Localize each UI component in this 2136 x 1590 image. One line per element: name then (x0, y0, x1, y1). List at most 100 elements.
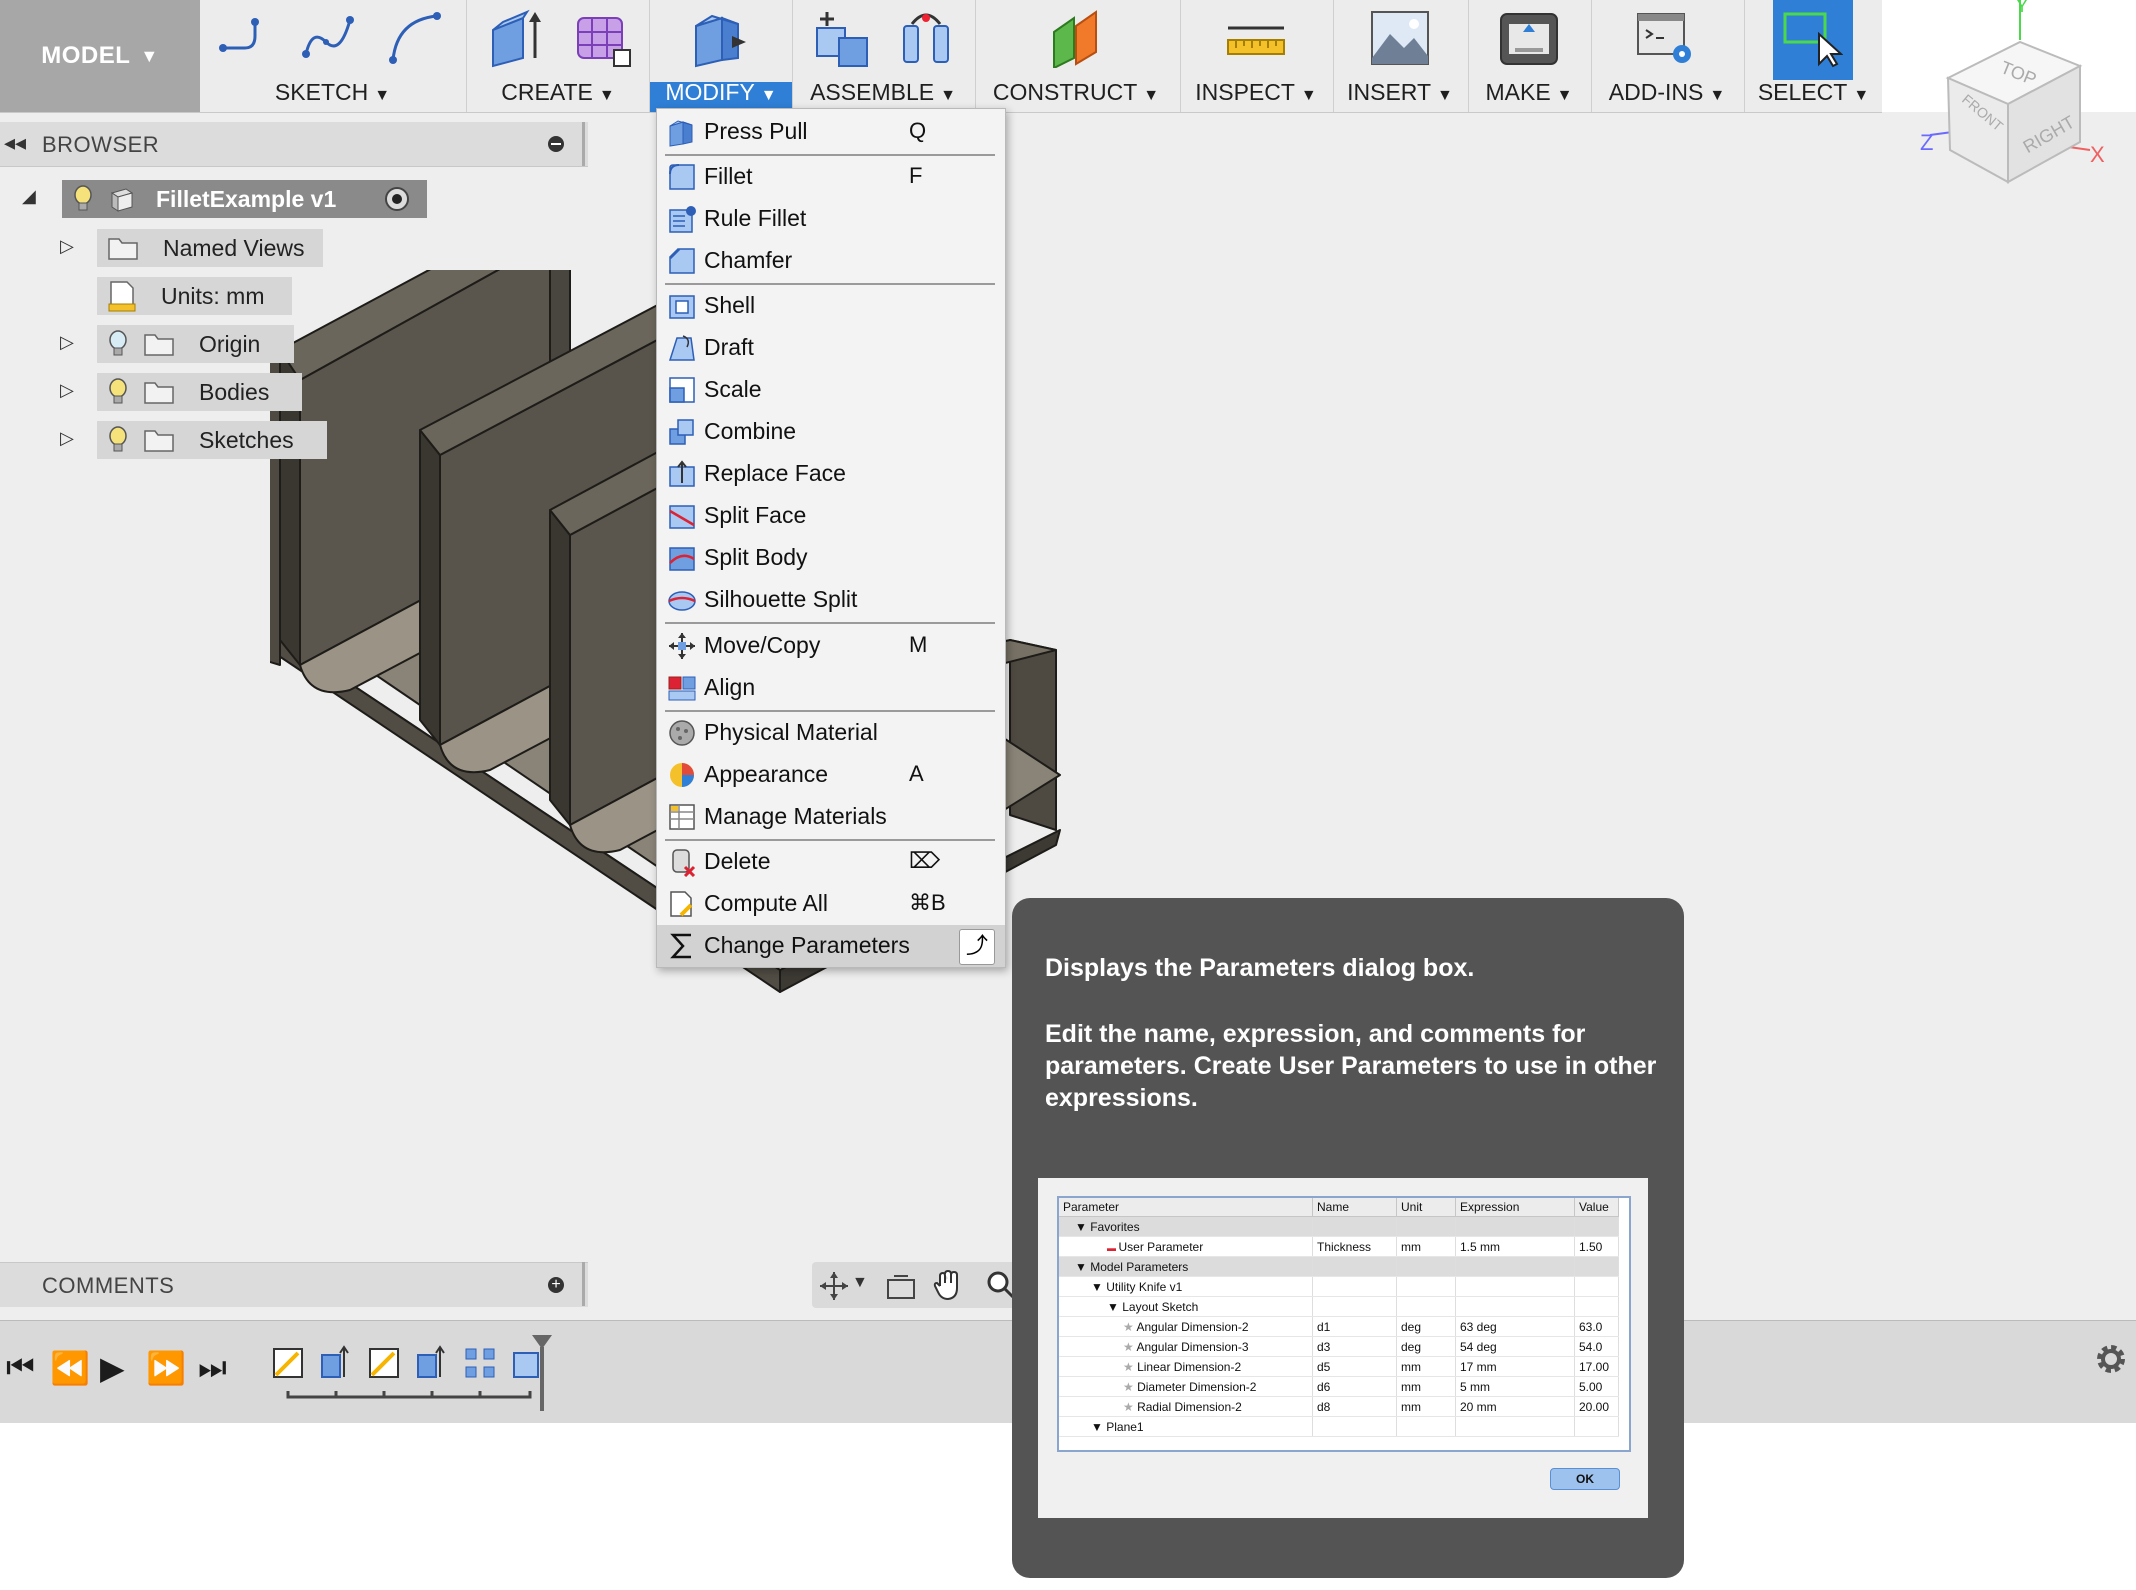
menu-item-replace-face[interactable]: Replace Face (657, 453, 1005, 495)
menu-item-fillet[interactable]: Fillet F (657, 156, 1005, 198)
menu-item-move-copy[interactable]: Move/Copy M (657, 625, 1005, 667)
lightbulb-icon[interactable] (72, 185, 94, 213)
browser-item-units[interactable]: Units: mm (97, 277, 292, 315)
toolbar-group-label[interactable]: ADD-INS ▼ (1592, 79, 1742, 106)
panel-resize-handle[interactable] (582, 122, 585, 166)
lightbulb-icon[interactable] (107, 330, 129, 358)
orbit-icon[interactable] (818, 1270, 850, 1302)
toolbar-group-label[interactable]: SELECT ▼ (1745, 79, 1882, 106)
form-icon[interactable] (572, 8, 632, 68)
menu-item-appearance[interactable]: Appearance A (657, 754, 1005, 796)
toolbar-group-inspect[interactable]: INSPECT ▼ (1181, 0, 1331, 112)
menu-item-physical-material[interactable]: Physical Material (657, 712, 1005, 754)
menu-item-rule-fillet[interactable]: Rule Fillet (657, 198, 1005, 240)
extrude-icon[interactable] (487, 8, 547, 68)
skip-to-end-icon[interactable]: ⏭ (198, 1349, 227, 1387)
add-comment-icon[interactable]: + (548, 1277, 564, 1293)
menu-item-draft[interactable]: Draft (657, 327, 1005, 369)
joint-icon[interactable] (898, 8, 958, 68)
play-icon[interactable]: ▶ (100, 1349, 125, 1387)
step-forward-icon[interactable]: ⏩ (146, 1349, 186, 1387)
3d-print-icon[interactable] (1499, 8, 1559, 68)
toolbar-group-label[interactable]: ASSEMBLE ▼ (793, 79, 973, 106)
timeline-features[interactable] (270, 1341, 570, 1411)
menu-item-change-parameters[interactable]: Change Parameters ⤴ (657, 925, 1005, 967)
menu-item-split-face[interactable]: Split Face (657, 495, 1005, 537)
timeline-feature-extrude[interactable] (321, 1345, 349, 1378)
offset-plane-icon[interactable] (1046, 8, 1106, 68)
toolbar-group-sketch[interactable]: SKETCH ▼ (200, 0, 465, 112)
browser-item-label: Units: mm (161, 282, 265, 309)
menu-item-manage-materials[interactable]: Manage Materials (657, 796, 1005, 838)
step-back-icon[interactable]: ⏪ (50, 1349, 90, 1387)
view-cube[interactable]: Y X Z TOP FRONT RIGHT (1920, 0, 2120, 190)
menu-item-silhouette-split[interactable]: Silhouette Split (657, 579, 1005, 621)
browser-panel-header[interactable]: ◂◂ BROWSER (0, 122, 588, 167)
press-pull-icon[interactable] (690, 8, 750, 68)
browser-root-item[interactable]: FilletExample v1 (62, 180, 427, 218)
minimize-icon[interactable] (548, 136, 564, 152)
lightbulb-icon[interactable] (107, 426, 129, 454)
browser-item-bodies[interactable]: Bodies (97, 373, 302, 411)
toolbar-group-insert[interactable]: INSERT ▼ (1334, 0, 1466, 112)
toolbar-group-add-ins[interactable]: ADD-INS ▼ (1592, 0, 1742, 112)
ok-button: OK (1550, 1468, 1620, 1490)
insert-image-icon[interactable] (1370, 8, 1430, 68)
toolbar-group-assemble[interactable]: ASSEMBLE ▼ (793, 0, 973, 112)
line-sketch-icon[interactable] (215, 8, 275, 68)
toolbar-group-label[interactable]: MAKE ▼ (1469, 79, 1589, 106)
toolbar-group-label[interactable]: CREATE ▼ (467, 79, 649, 106)
toolbar-group-label[interactable]: SKETCH ▼ (200, 79, 465, 106)
expand-triangle-icon[interactable]: ▷ (60, 380, 74, 401)
toolbar-group-label[interactable]: MODIFY ▼ (650, 79, 792, 106)
chevron-down-icon[interactable]: ▼ (852, 1274, 868, 1292)
activate-radio-icon[interactable] (384, 186, 410, 212)
toolbar-group-label[interactable]: CONSTRUCT ▼ (976, 79, 1176, 106)
collapse-panel-icon[interactable]: ◂◂ (4, 130, 26, 156)
menu-item-chamfer[interactable]: Chamfer (657, 240, 1005, 282)
chevron-down-icon: ▼ (940, 87, 956, 104)
timeline-marker[interactable] (530, 1333, 554, 1413)
menu-item-delete[interactable]: Delete ⌦ (657, 841, 1005, 883)
gear-icon[interactable] (2094, 1342, 2128, 1376)
spline-sketch-icon[interactable] (300, 8, 360, 68)
menu-item-combine[interactable]: Combine (657, 411, 1005, 453)
pan-hand-icon[interactable] (932, 1268, 964, 1302)
select-cursor-icon[interactable] (1783, 8, 1843, 68)
workspace-switcher[interactable]: MODEL ▼ (0, 0, 200, 112)
toolbar-group-select[interactable]: SELECT ▼ (1745, 0, 1882, 112)
toolbar-group-make[interactable]: MAKE ▼ (1469, 0, 1589, 112)
timeline-feature-sketch[interactable] (369, 1348, 399, 1378)
comments-panel-header[interactable]: COMMENTS + (0, 1262, 588, 1307)
timeline-feature-pattern[interactable] (465, 1348, 495, 1378)
menu-item-compute-all[interactable]: Compute All ⌘B (657, 883, 1005, 925)
scripts-addins-icon[interactable] (1636, 8, 1696, 68)
menu-item-press-pull[interactable]: Press Pull Q (657, 111, 1005, 153)
browser-item-origin[interactable]: Origin (97, 325, 294, 363)
timeline-feature-sketch[interactable] (273, 1348, 303, 1378)
toolbar-group-label[interactable]: INSPECT ▼ (1181, 79, 1331, 106)
panel-resize-handle[interactable] (582, 1262, 585, 1306)
expand-triangle-icon[interactable]: ▷ (60, 332, 74, 353)
expand-triangle-icon[interactable]: ◢ (22, 186, 36, 207)
lightbulb-icon[interactable] (107, 378, 129, 406)
toolbar-group-modify[interactable]: MODIFY ▼ (650, 0, 792, 112)
timeline-feature-extrude[interactable] (417, 1345, 445, 1378)
skip-to-start-icon[interactable]: ⏮ (6, 1349, 35, 1387)
arc-sketch-icon[interactable] (385, 8, 445, 68)
browser-item-sketches[interactable]: Sketches (97, 421, 327, 459)
pin-to-toolbar-icon[interactable]: ⤴ (959, 929, 995, 965)
menu-item-split-body[interactable]: Split Body (657, 537, 1005, 579)
expand-triangle-icon[interactable]: ▷ (60, 428, 74, 449)
browser-item-named-views[interactable]: Named Views (97, 229, 323, 267)
new-component-icon[interactable] (813, 8, 873, 68)
toolbar-group-label[interactable]: INSERT ▼ (1334, 79, 1466, 106)
toolbar-group-create[interactable]: CREATE ▼ (467, 0, 649, 112)
menu-item-align[interactable]: Align (657, 667, 1005, 709)
measure-icon[interactable] (1226, 8, 1286, 68)
toolbar-group-construct[interactable]: CONSTRUCT ▼ (976, 0, 1176, 112)
expand-triangle-icon[interactable]: ▷ (60, 236, 74, 257)
look-at-icon[interactable] (886, 1272, 916, 1300)
menu-item-shell[interactable]: Shell (657, 285, 1005, 327)
menu-item-scale[interactable]: Scale (657, 369, 1005, 411)
